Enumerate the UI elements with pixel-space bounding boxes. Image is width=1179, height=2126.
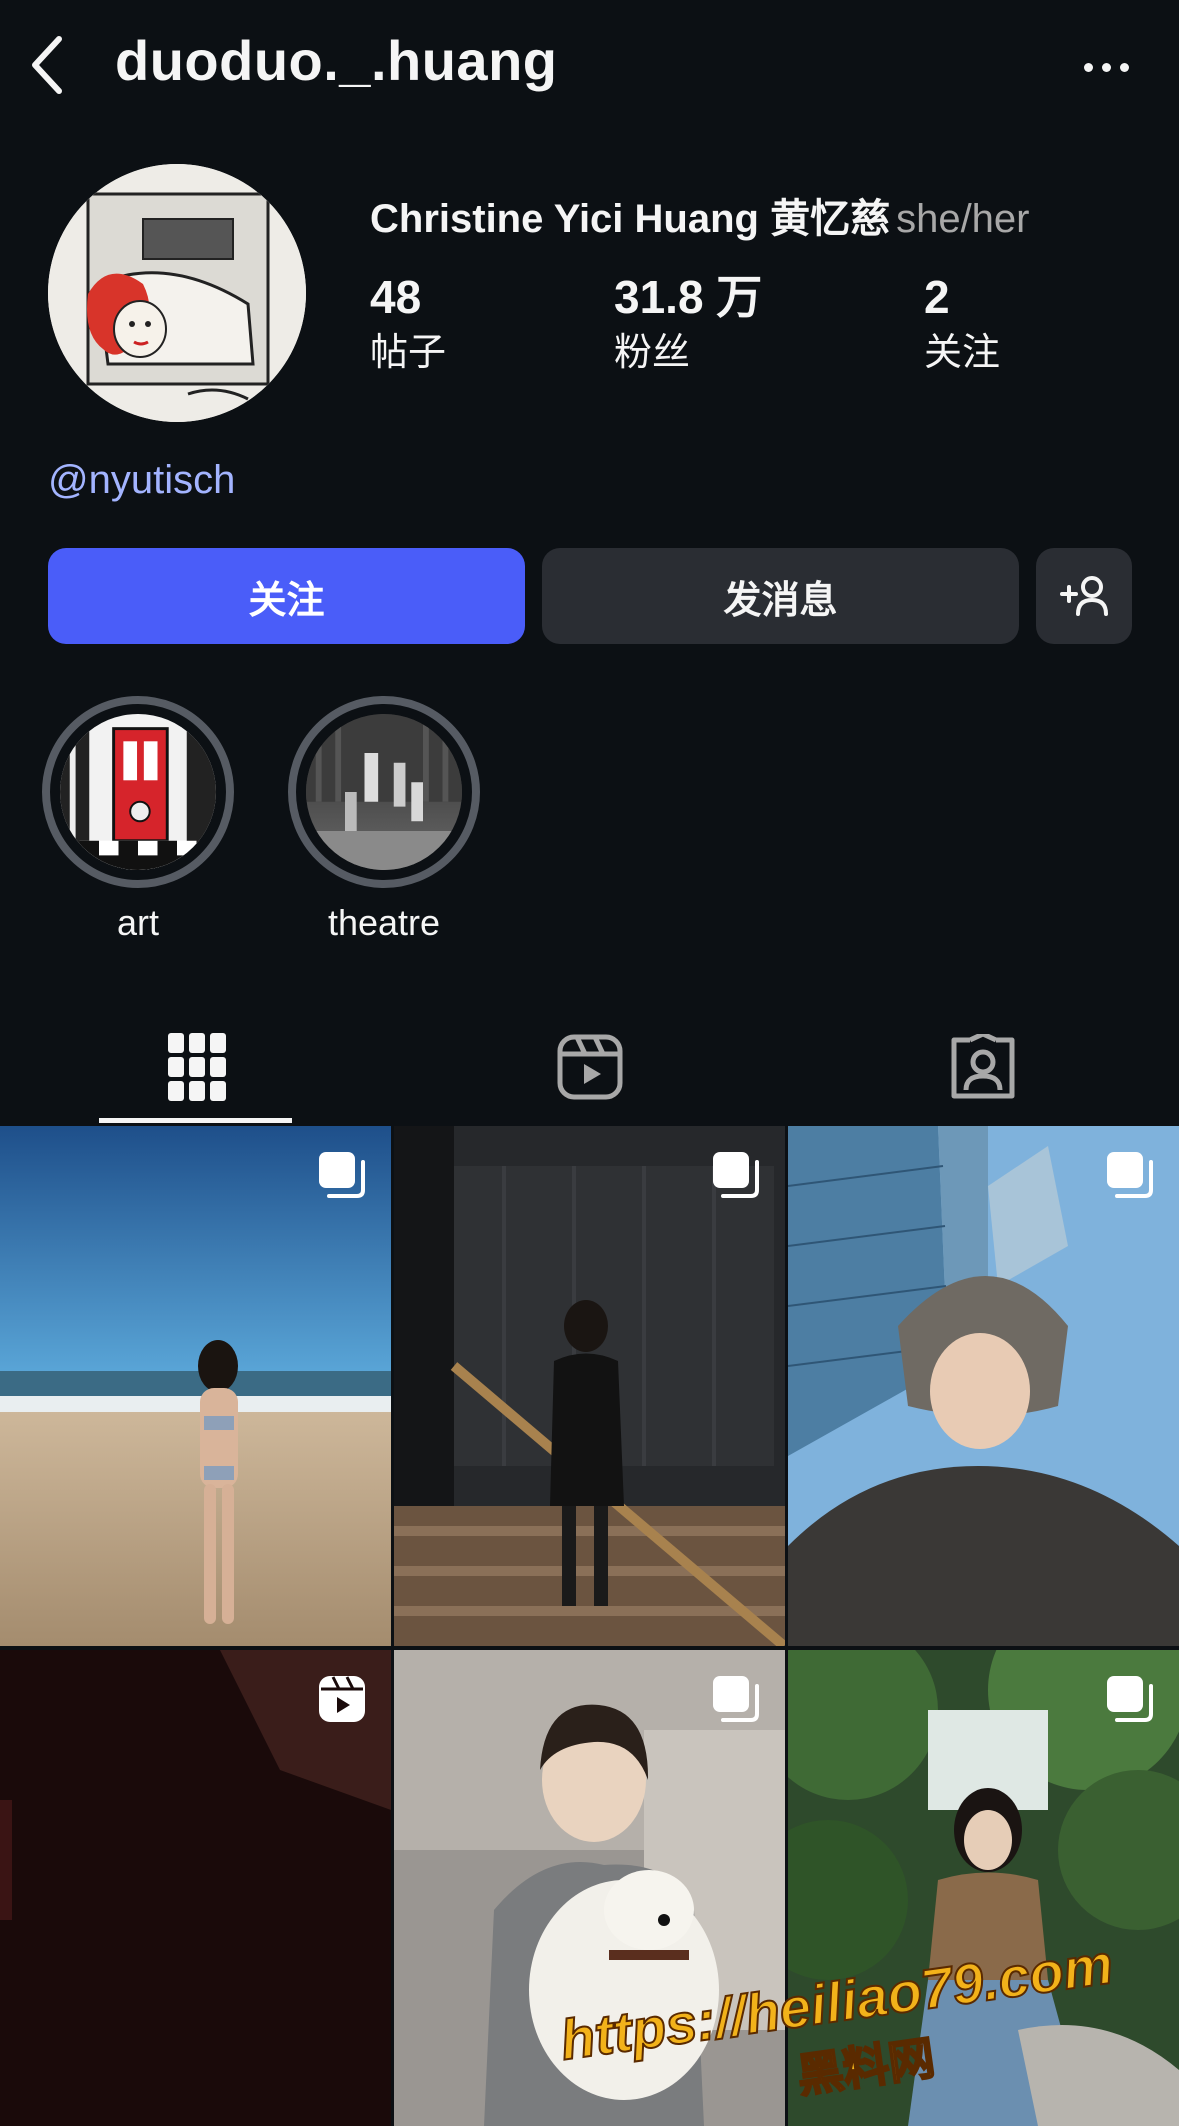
top-bar: duoduo._.huang xyxy=(0,0,1179,130)
add-person-icon xyxy=(1060,576,1108,616)
reels-icon xyxy=(557,1034,622,1100)
watermark-overlay: https://heiliao79.com 黑料网 xyxy=(555,1946,1117,2104)
message-button[interactable]: 发消息 xyxy=(542,548,1019,644)
avatar-illustration xyxy=(48,164,306,422)
stat-followers[interactable]: 31.8 万 粉丝 xyxy=(614,272,762,378)
stat-following-label: 关注 xyxy=(924,332,1001,374)
highlight-cover xyxy=(60,714,216,870)
highlight-label: art xyxy=(116,902,159,943)
highlight-label: theatre xyxy=(327,902,441,943)
profile-name-line: Christine Yici Huang 黄忆慈 she/her xyxy=(370,186,1030,244)
tagged-person-icon xyxy=(951,1034,1014,1099)
selfie-photo xyxy=(788,1126,1179,1646)
more-options-button[interactable] xyxy=(1073,42,1139,92)
carousel-icon xyxy=(713,1152,759,1198)
stat-followers-count: 31.8 万 xyxy=(614,271,763,323)
profile-username: duoduo._.huang xyxy=(115,29,558,92)
post-thumbnail[interactable] xyxy=(788,1126,1179,1646)
more-dot-icon xyxy=(1083,62,1093,72)
post-thumbnail[interactable] xyxy=(0,1650,391,2126)
watermark-name: 黑料网 xyxy=(794,2030,938,2103)
post-thumbnail[interactable] xyxy=(0,1126,391,1646)
tab-posts-grid[interactable] xyxy=(0,1010,393,1124)
reel-icon xyxy=(319,1676,365,1722)
profile-tabs xyxy=(0,1010,1179,1124)
profile-avatar[interactable] xyxy=(48,164,306,422)
more-dot-icon xyxy=(1101,62,1111,72)
highlight-ring xyxy=(288,696,480,888)
carousel-icon xyxy=(1107,1676,1153,1722)
carousel-icon xyxy=(713,1676,759,1722)
back-button[interactable] xyxy=(22,30,72,100)
profile-page: duoduo._.huang Christine Yici Huang 黄忆慈 s… xyxy=(0,0,1179,2126)
stat-posts[interactable]: 48 帖子 xyxy=(370,272,446,378)
stat-followers-label: 粉丝 xyxy=(614,332,691,374)
stat-following[interactable]: 2 关注 xyxy=(924,272,1000,378)
stat-posts-count: 48 xyxy=(370,271,422,323)
staircase-photo xyxy=(394,1126,785,1646)
grid-icon xyxy=(167,1033,226,1101)
beach-photo xyxy=(0,1126,391,1646)
pronouns: she/her xyxy=(896,197,1030,241)
highlight-theatre[interactable]: theatre xyxy=(288,696,480,944)
follow-button[interactable]: 关注 xyxy=(48,548,525,644)
active-tab-indicator xyxy=(99,1118,292,1123)
stat-posts-label: 帖子 xyxy=(370,332,447,374)
bio-mention-link[interactable]: @nyutisch xyxy=(48,458,235,503)
stat-following-count: 2 xyxy=(924,271,950,323)
full-name: Christine Yici Huang 黄忆慈 xyxy=(370,197,891,241)
more-dot-icon xyxy=(1119,62,1129,72)
tab-reels[interactable] xyxy=(393,1010,786,1124)
carousel-icon xyxy=(319,1152,365,1198)
post-thumbnail[interactable] xyxy=(394,1126,785,1646)
carousel-icon xyxy=(1107,1152,1153,1198)
highlight-art[interactable]: art xyxy=(42,696,234,944)
chevron-left-icon xyxy=(32,36,62,94)
highlight-cover xyxy=(306,714,462,870)
suggested-users-button[interactable] xyxy=(1036,548,1132,644)
tab-tagged[interactable] xyxy=(786,1010,1179,1124)
highlight-ring xyxy=(42,696,234,888)
